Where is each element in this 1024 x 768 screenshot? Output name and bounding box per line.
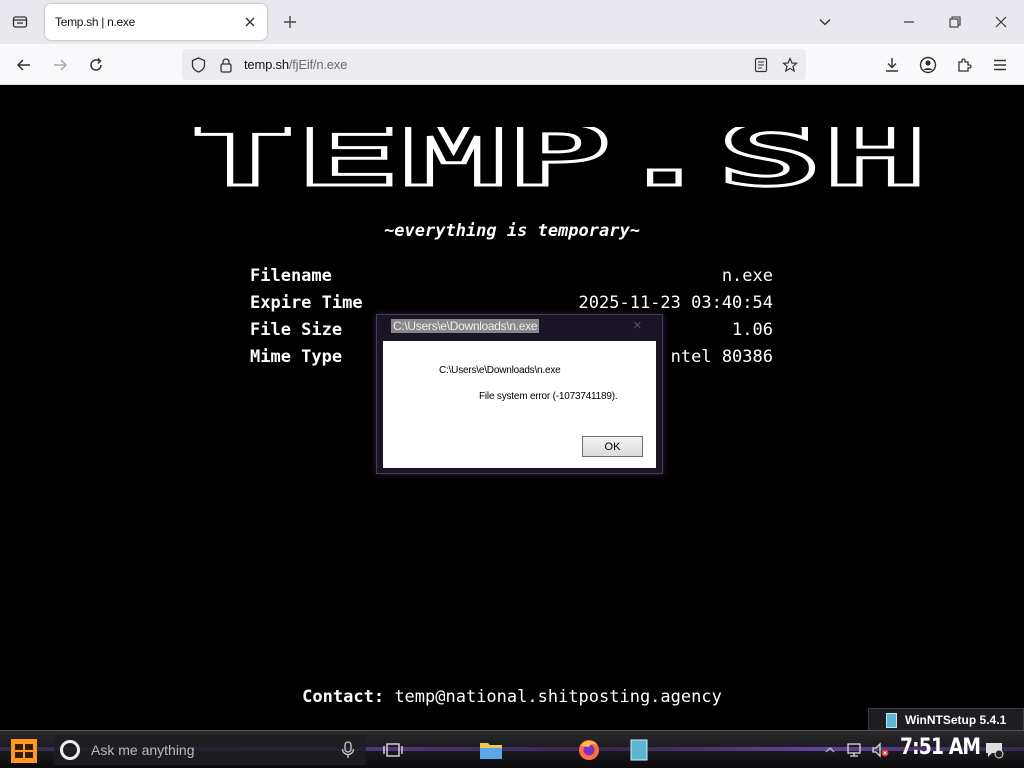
menu-hamburger-icon[interactable]	[988, 53, 1012, 77]
url-host: temp.sh	[244, 57, 289, 72]
back-arrow-icon[interactable]	[12, 53, 36, 77]
close-tab-icon[interactable]	[241, 13, 259, 31]
new-tab-plus-icon[interactable]	[280, 12, 300, 32]
info-row-expire-time: Expire Time 2025-11-23 03:40:54	[250, 293, 773, 315]
browser-tab-bar: Temp.sh | n.exe	[0, 0, 1024, 44]
contact-label: Contact:	[302, 687, 385, 707]
tab-list-icon[interactable]	[8, 10, 32, 34]
extensions-puzzle-icon[interactable]	[952, 53, 976, 77]
reader-view-icon[interactable]	[750, 54, 772, 76]
tracking-shield-icon[interactable]	[187, 54, 209, 76]
address-bar[interactable]: temp.sh/fjEif/n.exe	[182, 49, 806, 80]
ok-button[interactable]: OK	[582, 436, 643, 457]
info-key: File Size	[250, 320, 343, 340]
url-path: /fjEif/n.exe	[288, 57, 348, 72]
file-explorer-icon[interactable]	[476, 736, 506, 764]
winntsetup-taskbar-icon[interactable]	[624, 736, 654, 764]
dialog-title: C:\Users\e\Downloads\n.exe	[391, 319, 540, 333]
info-value: 1.06	[732, 320, 773, 340]
network-icon[interactable]	[845, 740, 865, 760]
account-icon[interactable]	[916, 53, 940, 77]
tagline: ~everything is temporary~	[384, 221, 640, 241]
minimize-icon[interactable]	[898, 11, 920, 33]
firefox-icon[interactable]	[574, 736, 604, 764]
volume-muted-icon[interactable]	[870, 740, 890, 760]
taskbar-tooltip[interactable]: WinNTSetup 5.4.1	[868, 708, 1024, 732]
info-key: Mime Type	[250, 347, 343, 367]
contact-line: Contact: temp@national.shitposting.agenc…	[0, 687, 1024, 707]
temp-sh-logo: TEMP.SH	[189, 127, 930, 193]
info-key: Filename	[250, 266, 332, 286]
error-dialog: C:\Users\e\Downloads\n.exe ✕ C:\Users\e\…	[376, 314, 663, 474]
cortana-circle-icon	[60, 740, 80, 760]
svg-text:TEMP.SH: TEMP.SH	[190, 127, 928, 193]
tooltip-label: WinNTSetup 5.4.1	[905, 713, 1007, 727]
url-text[interactable]: temp.sh/fjEif/n.exe	[244, 57, 347, 72]
reload-icon[interactable]	[84, 53, 108, 77]
close-window-icon[interactable]	[990, 11, 1012, 33]
info-value: n.exe	[721, 266, 773, 286]
start-button-icon[interactable]	[10, 738, 38, 764]
dialog-close-icon[interactable]: ✕	[633, 319, 642, 332]
winntsetup-icon	[886, 713, 897, 728]
dialog-path-text: C:\Users\e\Downloads\n.exe	[439, 365, 561, 376]
tab-title: Temp.sh | n.exe	[55, 15, 135, 29]
action-center-icon[interactable]	[984, 740, 1004, 760]
search-placeholder: Ask me anything	[91, 742, 195, 758]
browser-nav-bar: temp.sh/fjEif/n.exe	[0, 44, 1024, 85]
restore-icon[interactable]	[944, 11, 966, 33]
info-row-filename: Filename n.exe	[250, 266, 773, 288]
info-value: 2025-11-23 03:40:54	[578, 293, 773, 313]
forward-arrow-icon[interactable]	[48, 53, 72, 77]
active-tab[interactable]: Temp.sh | n.exe	[45, 4, 267, 40]
info-key: Expire Time	[250, 293, 363, 313]
taskbar: Ask me anything 7:51 AM	[0, 730, 1024, 768]
contact-email-link[interactable]: temp@national.shitposting.agency	[394, 687, 722, 707]
taskbar-search-box[interactable]: Ask me anything	[54, 735, 366, 765]
dialog-error-message: File system error (-1073741189).	[479, 391, 618, 402]
show-hidden-icons-chevron[interactable]	[820, 740, 840, 760]
microphone-icon[interactable]	[340, 741, 356, 759]
list-all-tabs-chevron-icon[interactable]	[814, 11, 836, 33]
info-value: ntel 80386	[670, 347, 773, 367]
downloads-icon[interactable]	[880, 53, 904, 77]
task-view-icon[interactable]	[378, 736, 408, 764]
system-clock[interactable]: 7:51 AM	[900, 735, 981, 760]
bookmark-star-icon[interactable]	[779, 54, 801, 76]
lock-icon[interactable]	[215, 54, 237, 76]
dialog-body: C:\Users\e\Downloads\n.exe File system e…	[383, 341, 656, 468]
